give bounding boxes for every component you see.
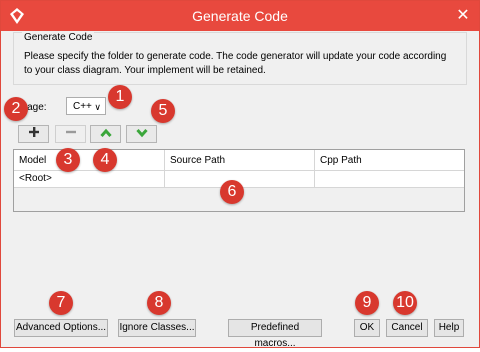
advanced-options-button[interactable]: Advanced Options... [14,319,108,337]
arrow-up-icon [99,125,112,143]
help-button[interactable]: Help [434,319,464,337]
generate-code-dialog: Generate Code ✕ Generate Code Please spe… [0,0,480,349]
window-title: Generate Code [192,8,288,24]
close-button[interactable]: ✕ [453,7,473,25]
title-bar: Generate Code ✕ [1,1,479,31]
column-header-source-path[interactable]: Source Path [170,155,225,166]
paths-table: Model Source Path Cpp Path <Root> [13,149,465,212]
callout-badge-7: 7 [49,291,73,315]
table-cell-model: <Root> [19,173,52,184]
plus-icon [28,125,40,143]
column-header-model[interactable]: Model [19,155,46,166]
arrow-down-icon [135,125,148,143]
minus-icon [65,125,77,143]
callout-badge-2: 2 [4,97,28,121]
cancel-button[interactable]: Cancel [386,319,428,337]
callout-badge-1: 1 [108,85,132,109]
remove-button[interactable] [55,125,86,143]
callout-badge-5: 5 [151,99,175,123]
callout-badge-9: 9 [355,291,379,315]
callout-badge-4: 4 [93,148,117,172]
add-button[interactable] [18,125,49,143]
move-up-button[interactable] [90,125,121,143]
ignore-classes-button[interactable]: Ignore Classes... [118,319,196,337]
language-value: C++ [73,101,92,112]
callout-badge-8: 8 [147,291,171,315]
callout-badge-6: 6 [220,180,244,204]
generate-code-group: Generate Code Please specify the folder … [13,32,467,85]
table-header: Model Source Path Cpp Path [14,150,464,171]
column-header-cpp-path[interactable]: Cpp Path [320,155,362,166]
callout-badge-3: 3 [56,148,80,172]
group-description: Please specify the folder to generate co… [24,51,447,76]
language-select[interactable]: C++ ∨ [66,97,106,115]
move-down-button[interactable] [126,125,157,143]
predefined-macros-button[interactable]: Predefined macros... [228,319,322,349]
callout-badge-10: 10 [393,291,417,315]
ok-button[interactable]: OK [354,319,380,337]
chevron-down-icon: ∨ [94,102,101,112]
group-title: Generate Code [22,32,95,43]
